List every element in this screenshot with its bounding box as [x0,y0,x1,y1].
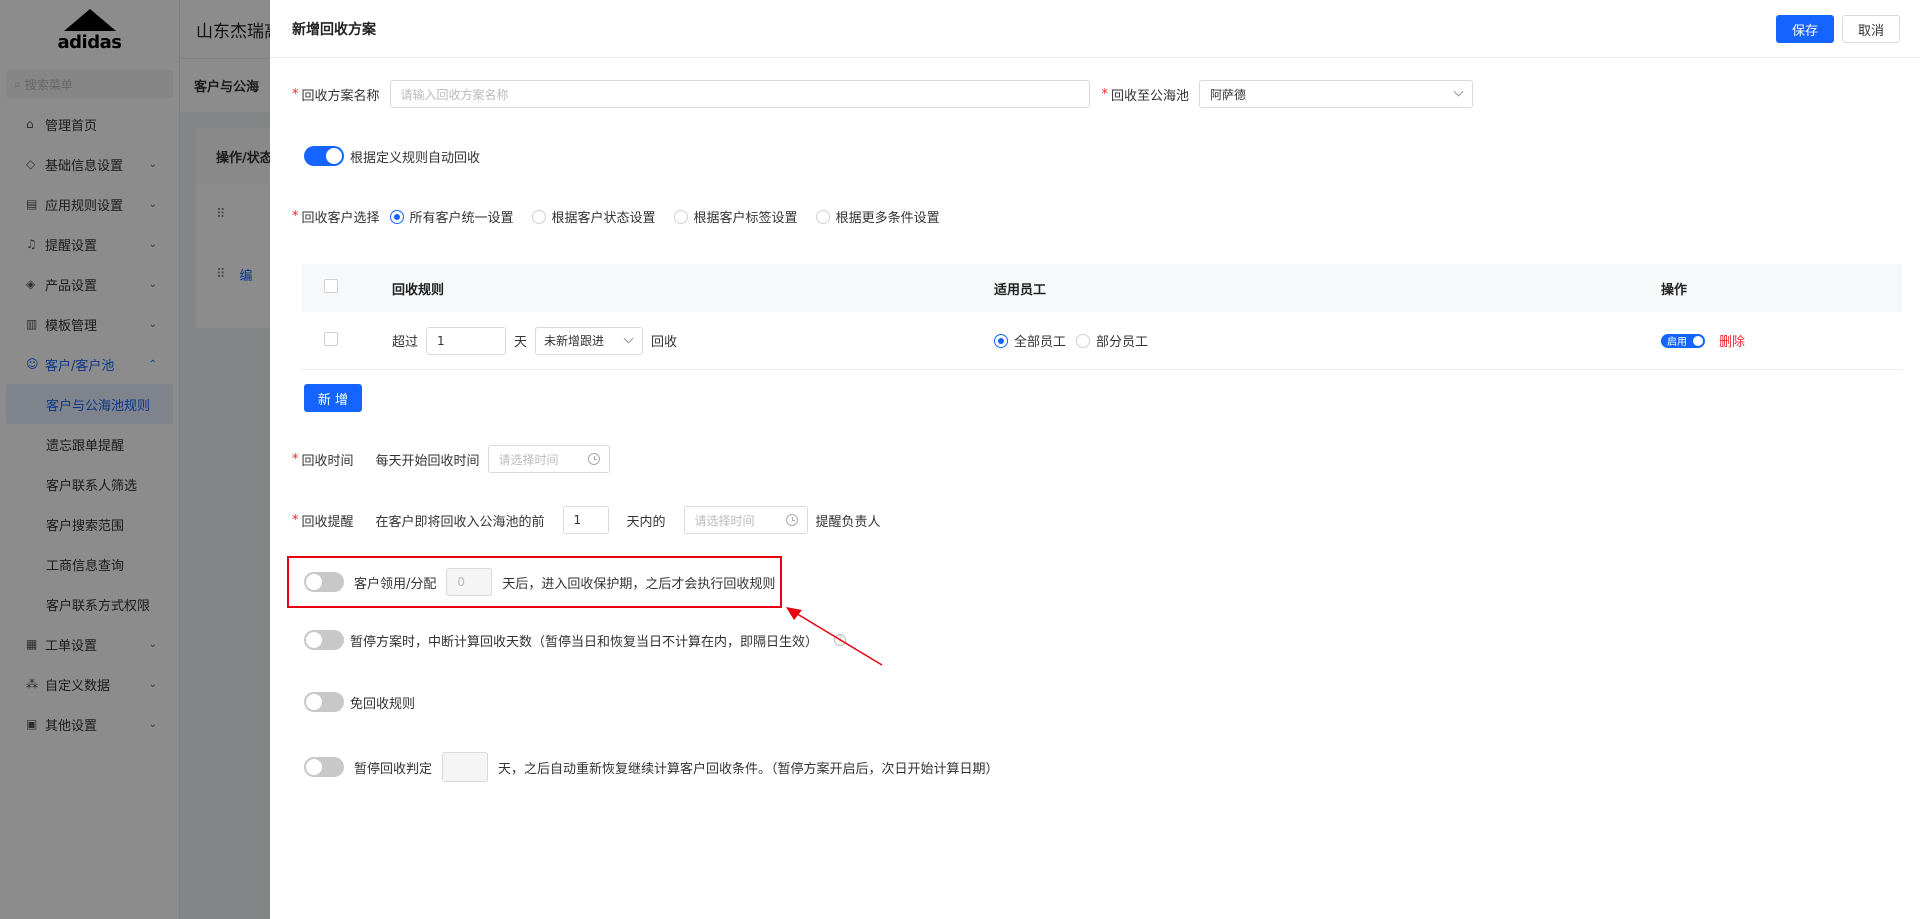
drawer-header: 新增回收方案 保存 取消 [270,0,1920,58]
required-mark: * [292,86,299,102]
radio-by-tag[interactable]: 根据客户标签设置 [673,207,798,226]
clock-icon [587,453,600,465]
condition-select-value: 未新增跟进 [544,334,605,348]
annotation-highlight-box [287,556,782,608]
exempt-label: 免回收规则 [350,696,416,712]
recycle-text: 回收 [651,335,678,350]
days-input-value: 1 [437,333,445,348]
select-all-checkbox[interactable] [324,279,338,293]
pool-select-value: 阿萨德 [1210,87,1247,102]
radio-label: 根据更多条件设置 [835,211,940,226]
radio-all-customers[interactable]: 所有客户统一设置 [389,207,514,226]
table-row: 超过 1 天 未新增跟进 回收 全部员工 部分员工 启用 删除 [302,312,1902,370]
pause-judge-text: 天，之后自动重新恢复继续计算客户回收条件。（暂停方案开启后，次日开始计算日期） [498,761,999,777]
new-recycle-plan-drawer: 新增回收方案 保存 取消 * 回收方案名称 请输入回收方案名称 * 回收至公海池… [270,0,1920,919]
radio-icon [673,209,688,224]
remind-days-value: 1 [573,513,582,527]
header-select-cell [302,279,392,297]
remind-days-input[interactable]: 1 [562,506,609,534]
pause-calc-label: 暂停方案时，中断计算回收天数（暂停当日和恢复当日不计算在内，即隔日生效） [350,634,819,650]
plan-name-placeholder: 请输入回收方案名称 [400,87,509,102]
row-select-cell [302,331,392,350]
recycle-remind-row: * 回收提醒 在客户即将回收入公海池的前 1 天内的 请选择时间 提醒负责人 [292,506,881,534]
ops-cell: 启用 删除 [1661,331,1902,350]
rules-table: 回收规则 适用员工 操作 超过 1 天 未新增跟进 回收 全部员工 部分员工 启… [302,264,1902,370]
radio-label: 根据客户标签设置 [693,211,798,226]
recycle-time-text: 每天开始回收时间 [375,453,480,469]
days-input[interactable]: 1 [426,326,507,355]
pool-label: 回收至公海池 [1111,88,1190,104]
radio-label: 全部员工 [1014,335,1067,350]
save-button[interactable]: 保存 [1776,15,1834,43]
pause-calc-switch[interactable] [304,630,344,650]
remind-text: 天内的 [626,514,666,530]
remind-label: 回收提醒 [301,514,354,530]
rules-table-header: 回收规则 适用员工 操作 [302,264,1902,312]
pause-judge-label: 暂停回收判定 [354,761,433,777]
exceed-text: 超过 [392,335,419,350]
radio-label: 根据客户状态设置 [551,211,656,226]
time-placeholder: 请选择时间 [694,513,755,528]
required-mark: * [292,451,299,467]
remind-text: 提醒负责人 [815,514,881,530]
radio-icon [531,209,546,224]
auto-recycle-switch[interactable] [304,146,344,166]
enable-switch-label: 启用 [1667,337,1687,348]
chevron-down-icon [623,333,634,343]
auto-recycle-row: 根据定义规则自动回收 [304,146,480,166]
pause-judge-switch[interactable] [304,757,344,777]
delete-link[interactable]: 删除 [1719,331,1745,350]
condition-select[interactable]: 未新增跟进 [535,326,644,355]
recycle-time-picker[interactable]: 请选择时间 [487,445,610,473]
radio-icon [994,333,1008,348]
row-checkbox[interactable] [324,331,338,346]
cancel-button[interactable]: 取消 [1842,15,1900,43]
radio-by-more[interactable]: 根据更多条件设置 [815,207,940,226]
exempt-row: 免回收规则 [304,692,415,712]
recycle-time-label: 回收时间 [301,453,354,469]
exempt-switch[interactable] [304,692,344,712]
annotation-arrow-icon [786,607,883,666]
remind-text: 在客户即将回收入公海池的前 [375,514,545,530]
plan-name-label: 回收方案名称 [301,88,380,104]
pause-judge-days-input[interactable] [442,752,489,782]
pause-judge-row: 暂停回收判定 天，之后自动重新恢复继续计算客户回收条件。（暂停方案开启后，次日开… [304,752,999,782]
time-placeholder: 请选择时间 [498,452,559,467]
plan-name-row: * 回收方案名称 请输入回收方案名称 * 回收至公海池 阿萨德 [292,80,1474,108]
header-staff: 适用员工 [994,282,1047,298]
required-mark: * [292,512,299,528]
radio-label: 部分员工 [1096,335,1149,350]
radio-label: 所有客户统一设置 [409,211,514,226]
radio-icon [815,209,830,224]
enable-switch[interactable]: 启用 [1661,333,1705,348]
plan-name-input[interactable]: 请输入回收方案名称 [389,80,1090,108]
clock-icon [785,514,798,526]
day-unit-text: 天 [514,335,528,350]
radio-icon [1076,333,1091,348]
auto-recycle-label: 根据定义规则自动回收 [350,150,481,166]
pool-select[interactable]: 阿萨德 [1199,80,1474,108]
header-rule: 回收规则 [392,282,445,298]
required-mark: * [292,209,299,224]
customer-select-row: * 回收客户选择 所有客户统一设置 根据客户状态设置 根据客户标签设置 根据更多… [292,207,958,226]
remind-time-picker[interactable]: 请选择时间 [683,506,808,534]
add-rule-button[interactable]: 新 增 [304,384,362,412]
customer-select-label: 回收客户选择 [301,211,380,226]
staff-cell: 全部员工 部分员工 [994,331,1661,350]
drawer-title: 新增回收方案 [292,21,376,38]
radio-all-staff[interactable]: 全部员工 [994,331,1066,350]
recycle-time-row: * 回收时间 每天开始回收时间 请选择时间 [292,445,610,473]
header-ops: 操作 [1661,282,1688,298]
radio-icon [389,209,404,224]
required-mark: * [1101,86,1109,102]
pause-calc-row: 暂停方案时，中断计算回收天数（暂停当日和恢复当日不计算在内，即隔日生效） ? [304,630,847,650]
radio-part-staff[interactable]: 部分员工 [1076,331,1148,350]
chevron-down-icon [1453,86,1464,97]
radio-by-status[interactable]: 根据客户状态设置 [531,207,656,226]
rule-cell: 超过 1 天 未新增跟进 回收 [392,326,994,355]
